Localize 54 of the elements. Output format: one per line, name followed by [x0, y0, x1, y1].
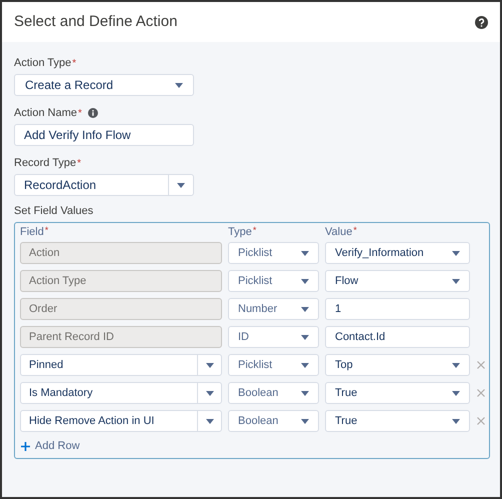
type-select[interactable]: Boolean	[228, 382, 319, 404]
caret-icon	[177, 182, 185, 188]
required-mark: *	[72, 57, 76, 71]
caret-icon	[452, 390, 460, 396]
add-row-button[interactable]: Add Row	[21, 438, 80, 454]
required-mark: *	[77, 157, 82, 171]
caret-icon	[206, 362, 214, 368]
column-header: Type	[228, 225, 252, 240]
caret-icon	[301, 334, 309, 340]
caret-icon	[301, 250, 309, 256]
column-header: Field	[20, 225, 44, 240]
required-mark: *	[252, 224, 256, 238]
value-select[interactable]: True	[325, 410, 470, 432]
value-select[interactable]: True	[325, 382, 470, 404]
field-input: Action Type	[20, 270, 222, 292]
caret-icon	[301, 418, 309, 424]
caret-icon	[301, 362, 309, 368]
info-icon[interactable]	[88, 108, 98, 118]
action-name-input[interactable]: Add Verify Info Flow	[14, 124, 194, 146]
action-type-select[interactable]: Create a Record	[14, 74, 194, 96]
type-select[interactable]: Boolean	[228, 410, 319, 432]
required-mark: *	[44, 224, 48, 238]
caret-icon	[175, 82, 183, 88]
field-input: Action	[20, 242, 222, 264]
caret-icon	[301, 306, 309, 312]
caret-icon	[301, 278, 309, 284]
required-mark: *	[353, 224, 357, 238]
caret-icon	[452, 362, 460, 368]
field-input: Order	[20, 298, 222, 320]
close-icon[interactable]	[477, 361, 485, 369]
caret-icon	[452, 278, 460, 284]
caret-icon	[452, 250, 460, 256]
type-select[interactable]: Picklist	[228, 354, 319, 376]
close-icon[interactable]	[477, 389, 485, 397]
field-combobox[interactable]: Hide Remove Action in UI	[20, 410, 222, 432]
dialog-title: Select and Define Action	[14, 12, 178, 32]
value-select[interactable]: Top	[325, 354, 470, 376]
caret-icon	[452, 418, 460, 424]
plus-icon	[21, 442, 30, 450]
caret-icon	[206, 390, 214, 396]
close-icon[interactable]	[477, 417, 485, 425]
record-type-combobox[interactable]: RecordAction	[14, 174, 194, 196]
caret-icon	[301, 390, 309, 396]
field-label: Action Name	[14, 106, 77, 121]
field-input: Parent Record ID	[20, 326, 222, 348]
field-combobox[interactable]: Pinned	[20, 354, 222, 376]
help-icon[interactable]	[475, 16, 488, 28]
field-label: Action Type	[14, 56, 72, 71]
field-combobox[interactable]: Is Mandatory	[20, 382, 222, 404]
column-header: Value	[325, 225, 352, 240]
section-label: Set Field Values	[14, 204, 94, 219]
field-label: Record Type	[14, 156, 76, 171]
required-mark: *	[78, 107, 82, 121]
caret-icon	[206, 418, 214, 424]
